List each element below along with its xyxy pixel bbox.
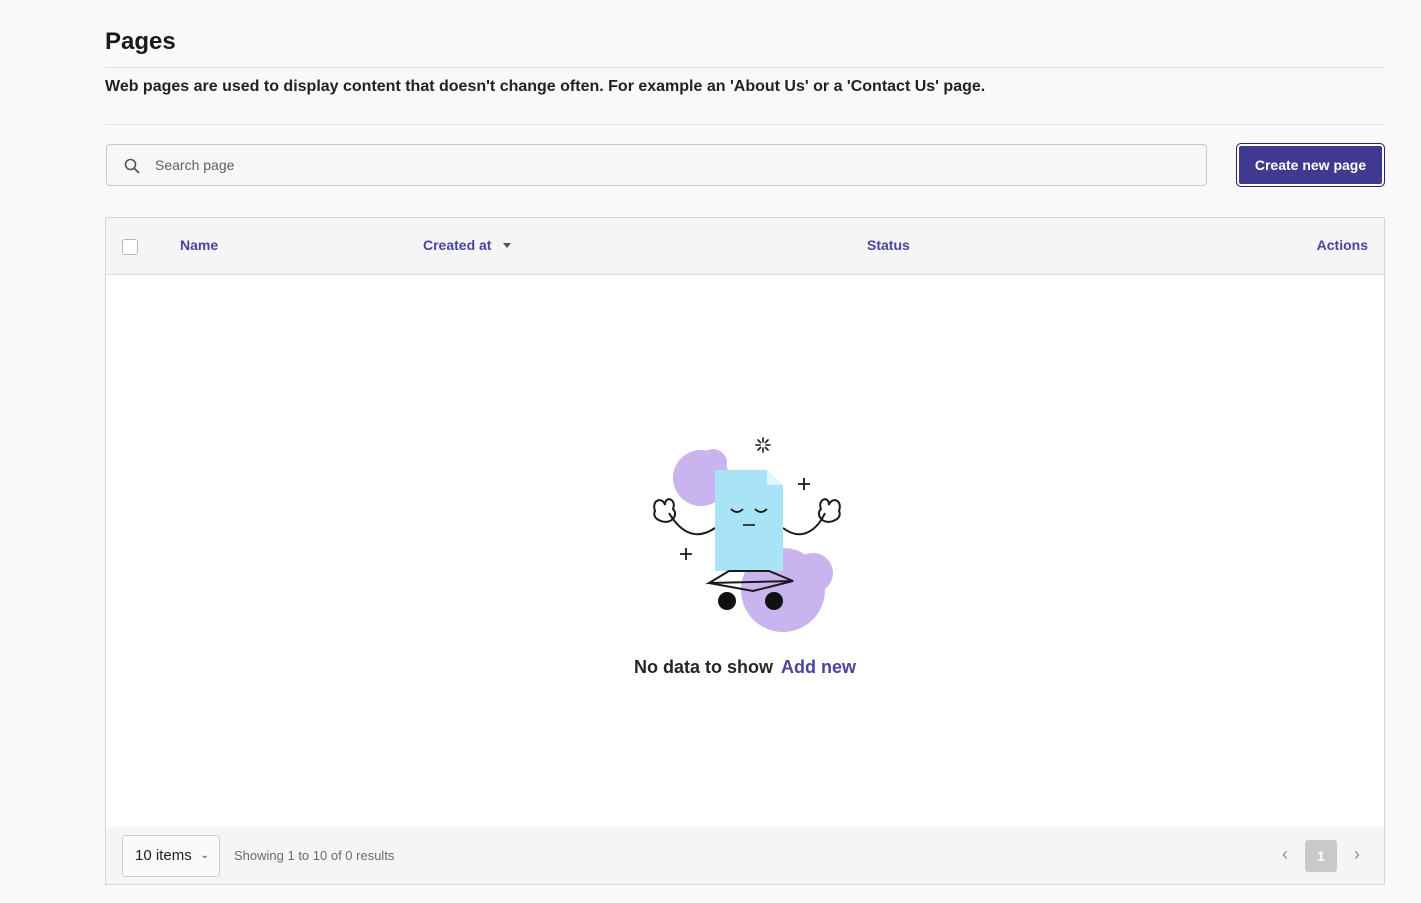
items-per-page-select[interactable]: 10 items ⌄ — [122, 835, 220, 877]
chevron-left-icon[interactable]: ‹ — [1277, 844, 1293, 866]
page-number-current[interactable]: 1 — [1305, 840, 1337, 872]
column-header-status[interactable]: Status — [867, 237, 910, 253]
select-all-checkbox[interactable] — [122, 239, 138, 255]
column-header-actions: Actions — [1316, 237, 1368, 253]
results-summary: Showing 1 to 10 of 0 results — [234, 848, 395, 863]
pages-screen: Pages Web pages are used to display cont… — [105, 0, 1385, 903]
no-data-text: No data to show — [634, 657, 773, 677]
chevron-down-icon: ⌄ — [200, 850, 209, 861]
title-divider — [105, 67, 1385, 68]
items-per-page-value: 10 items — [135, 847, 192, 864]
description-divider — [105, 124, 1385, 125]
empty-state-message: No data to show Add new — [106, 657, 1384, 678]
sort-desc-icon[interactable] — [503, 243, 511, 248]
table-footer: 10 items ⌄ Showing 1 to 10 of 0 results … — [105, 827, 1385, 885]
create-new-page-button[interactable]: Create new page — [1236, 143, 1385, 187]
empty-state: No data to show Add new — [106, 275, 1384, 827]
search-bar[interactable] — [106, 144, 1207, 186]
pages-table: Name Created at Status Actions No data t… — [105, 217, 1385, 828]
column-header-created-at[interactable]: Created at — [423, 237, 491, 253]
page-description: Web pages are used to display content th… — [105, 78, 986, 95]
search-icon — [124, 158, 140, 174]
add-new-link[interactable]: Add new — [781, 657, 856, 677]
column-header-name[interactable]: Name — [180, 237, 218, 253]
table-header: Name Created at Status Actions — [106, 218, 1384, 275]
search-input[interactable] — [155, 145, 1195, 185]
chevron-right-icon[interactable]: › — [1349, 844, 1365, 866]
meditating-page-illustration — [653, 437, 841, 632]
page-title: Pages — [105, 28, 176, 55]
